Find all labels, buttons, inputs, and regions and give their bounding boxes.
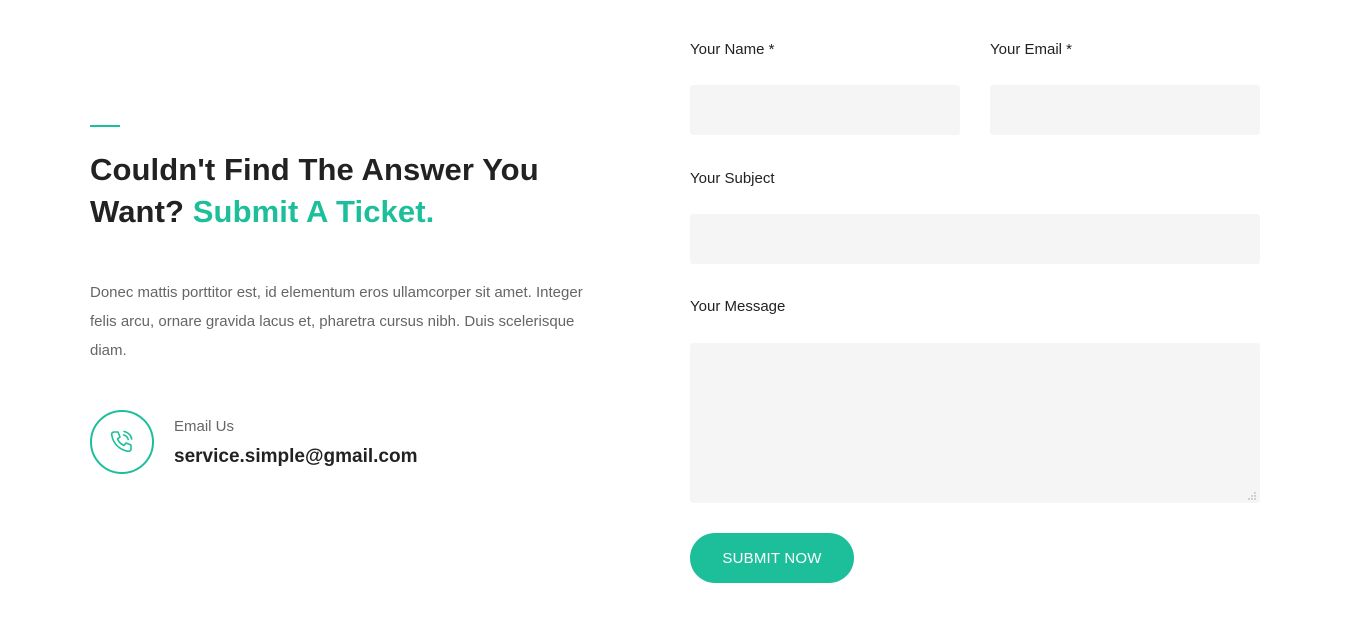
phone-icon bbox=[90, 410, 154, 474]
resize-grip-icon[interactable] bbox=[1248, 492, 1256, 500]
accent-line bbox=[90, 125, 120, 127]
contact-label: Email Us bbox=[174, 418, 235, 435]
submit-button[interactable]: SUBMIT NOW bbox=[690, 533, 854, 583]
subject-input[interactable] bbox=[690, 214, 1260, 264]
name-input[interactable] bbox=[690, 85, 960, 135]
section-description: Donec mattis porttitor est, id elementum… bbox=[90, 284, 583, 359]
contact-email[interactable]: service.simple@gmail.com bbox=[174, 446, 417, 468]
message-label: Your Message bbox=[690, 298, 786, 315]
message-textarea[interactable] bbox=[690, 343, 1260, 503]
subject-label: Your Subject bbox=[690, 170, 775, 187]
heading-highlight: Submit A Ticket. bbox=[192, 194, 435, 229]
section-heading: Couldn't Find The Answer You Want? Submi… bbox=[90, 149, 610, 233]
email-input[interactable] bbox=[990, 85, 1260, 135]
name-label: Your Name * bbox=[690, 41, 775, 58]
email-label: Your Email * bbox=[990, 41, 1072, 58]
